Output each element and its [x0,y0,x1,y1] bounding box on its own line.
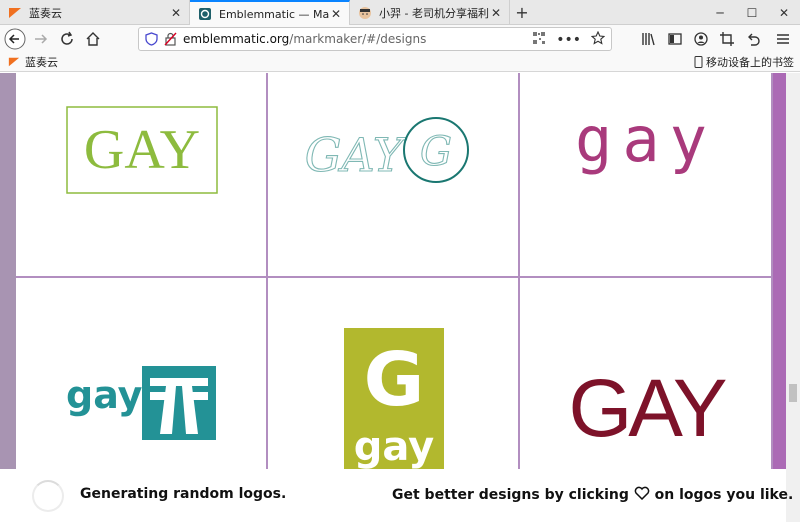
status-footer: Generating random logos. Get better desi… [0,469,793,522]
logo-1-graphic: GAY [66,106,218,194]
logo-card-1[interactable]: GAY [16,73,268,278]
hint-text-after: on logos you like. [654,487,794,503]
generating-status-text: Generating random logos. [80,486,287,502]
tab-strip: 蓝奏云 ✕ Emblemmatic — MarkMaker ✕ 小羿 - 老司机… [0,0,800,26]
close-icon[interactable]: ✕ [329,7,343,21]
bookmark-label: 蓝奏云 [25,56,58,69]
hint-text: Get better designs by clicking on logos … [392,486,793,503]
sidebar-icon [668,33,682,45]
account-button[interactable] [688,26,714,52]
undo-button[interactable] [740,26,766,52]
logo-2-text: GAY [305,128,408,182]
library-icon [642,33,655,46]
menu-button[interactable] [770,26,796,52]
reload-button[interactable] [54,26,80,52]
mobile-bookmarks[interactable]: 移动设备上的书签 [694,54,794,70]
logo-3-text: gay [575,103,717,176]
insecure-lock-icon[interactable] [164,32,177,46]
sidebar-button[interactable] [662,26,688,52]
qr-code-icon[interactable] [532,31,546,48]
right-color-band [773,73,786,522]
logo-5-letter: G [364,337,425,423]
bookmark-lanzou[interactable]: 蓝奏云 [8,54,58,70]
back-button[interactable] [2,26,28,52]
minimize-button[interactable]: ─ [704,0,736,25]
url-path: /markmaker/#/designs [289,32,427,46]
logo-1-text: GAY [84,119,200,181]
loading-spinner-icon [32,480,64,512]
tab-xiaoyi[interactable]: 小羿 - 老司机分享福利资源， ✕ [350,0,510,25]
logo-2-monogram: G [420,129,452,175]
tab-title: Emblemmatic — MarkMaker [219,7,329,21]
close-icon[interactable]: ✕ [489,6,503,20]
reload-icon [61,31,73,45]
scrollbar-thumb[interactable] [789,384,797,402]
bookmarks-bar: 蓝奏云 移动设备上的书签 [0,53,800,72]
bookmark-star-icon[interactable] [590,30,606,48]
logo-2-graphic: GAY G [304,117,469,183]
scrollbar[interactable] [786,73,800,522]
hamburger-menu-icon [777,34,789,44]
home-icon [86,32,100,46]
undo-icon [748,33,760,46]
maximize-button[interactable]: ☐ [736,0,768,25]
back-arrow-icon [4,28,26,50]
forward-arrow-icon [35,34,48,44]
page-content: GAY GAY G gay gay G gay GAY [0,73,800,522]
close-icon[interactable]: ✕ [169,6,183,20]
avatar-favicon-icon [358,6,372,20]
logo-3-graphic: gay [575,103,717,176]
logo-4-text: gay [66,373,143,417]
logo-5-text: gay [354,424,434,470]
mobile-bookmarks-label: 移动设备上的书签 [706,56,794,69]
logo-card-3[interactable]: gay [520,73,773,278]
tab-lanzou[interactable]: 蓝奏云 ✕ [0,0,190,25]
mobile-device-icon [694,56,703,68]
url-bar[interactable]: emblemmatic.org/markmaker/#/designs ••• [138,27,612,51]
home-button[interactable] [80,26,106,52]
left-color-band [0,73,16,522]
logo-card-2[interactable]: GAY G [268,73,520,278]
logo-6-text: GAY [568,363,725,454]
navigation-bar: emblemmatic.org/markmaker/#/designs ••• [0,25,800,53]
page-actions-icon[interactable]: ••• [556,33,581,47]
heart-icon [634,486,650,501]
tracking-shield-icon[interactable] [145,32,158,46]
close-window-button[interactable]: ✕ [768,0,800,25]
tab-title: 小羿 - 老司机分享福利资源， [379,6,489,20]
emblemmatic-favicon-icon [198,7,212,21]
new-tab-button[interactable]: + [510,0,534,25]
hint-text-before: Get better designs by clicking [392,487,629,503]
tab-emblemmatic[interactable]: Emblemmatic — MarkMaker ✕ [190,0,350,26]
tab-title: 蓝奏云 [29,6,62,20]
lanzou-favicon-icon [8,6,22,20]
library-button[interactable] [636,26,662,52]
logo-grid: GAY GAY G gay gay G gay GAY [16,73,773,522]
screenshot-button[interactable] [714,26,740,52]
account-icon [694,32,708,46]
lanzou-bookmark-icon [8,57,20,67]
url-host: emblemmatic.org [183,32,290,46]
forward-button[interactable] [28,26,54,52]
crop-icon [720,32,734,46]
